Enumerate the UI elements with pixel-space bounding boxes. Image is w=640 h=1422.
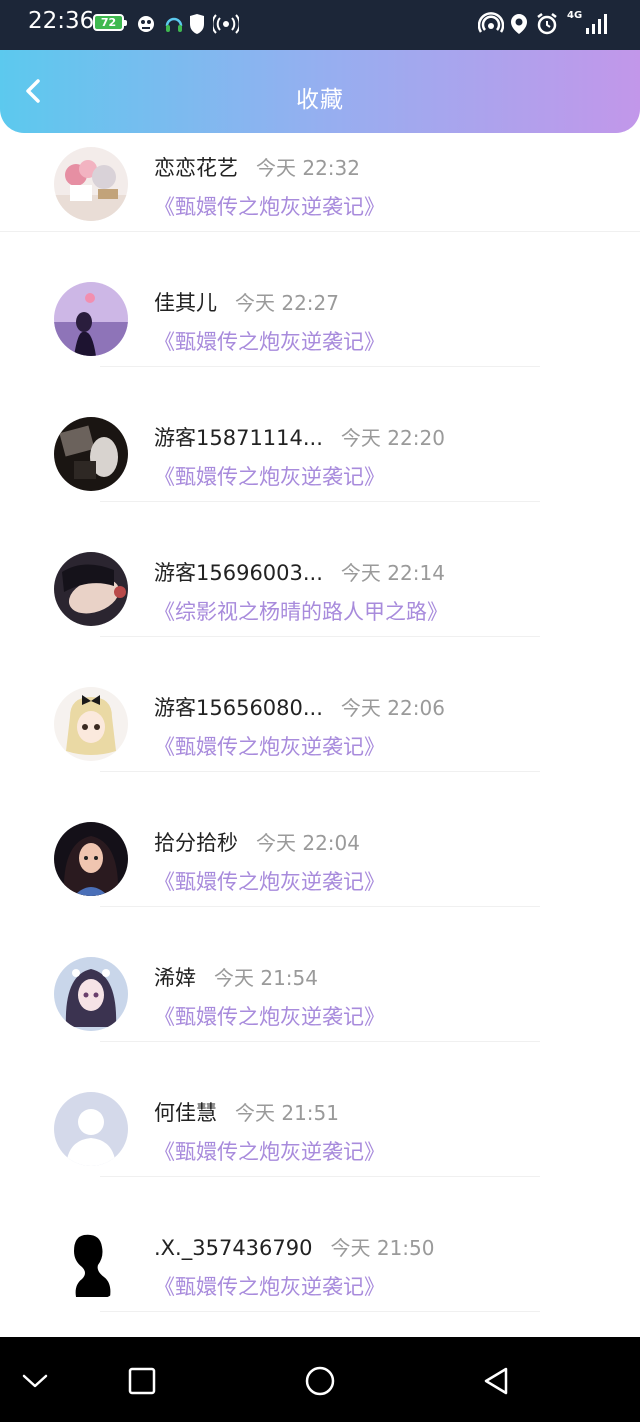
book-link[interactable]: 《甄嬛传之炮灰逆袭记》 (154, 461, 385, 491)
list-item[interactable]: 游客15871114... 今天 22:20 《甄嬛传之炮灰逆袭记》 (0, 367, 640, 502)
book-link[interactable]: 《甄嬛传之炮灰逆袭记》 (154, 191, 385, 221)
favorites-list[interactable]: 恋恋花艺 今天 22:32 《甄嬛传之炮灰逆袭记》 佳其儿 今天 22:27 《甄嬛… (0, 133, 640, 1337)
list-item[interactable]: 拾分拾秒 今天 22:04 《甄嬛传之炮灰逆袭记》 (0, 772, 640, 907)
back-triangle-icon (484, 1367, 508, 1395)
radio-icon (213, 14, 239, 34)
avatar[interactable] (54, 1227, 128, 1301)
username: 拾分拾秒 (154, 831, 238, 855)
divider (100, 1311, 540, 1312)
navigation-bar (0, 1337, 640, 1422)
username: 佳其儿 (154, 291, 217, 315)
book-link[interactable]: 《甄嬛传之炮灰逆袭记》 (154, 1001, 385, 1031)
signal-icon (586, 14, 607, 34)
username: 游客15871114... (154, 426, 323, 450)
timestamp: 今天 21:51 (235, 1101, 339, 1125)
timestamp: 今天 21:54 (214, 966, 318, 990)
bluetooth-headset-icon (165, 17, 183, 32)
game-icon (138, 16, 154, 32)
chevron-down-icon (22, 1374, 48, 1388)
username: 游客15656080... (154, 696, 323, 720)
alarm-icon (537, 13, 557, 35)
book-link[interactable]: 《甄嬛传之炮灰逆袭记》 (154, 731, 385, 761)
username: 何佳慧 (154, 1101, 217, 1125)
list-item[interactable]: 佳其儿 今天 22:27 《甄嬛传之炮灰逆袭记》 (0, 232, 640, 367)
avatar[interactable] (54, 687, 128, 761)
recents-button[interactable] (120, 1359, 164, 1403)
status-bar: 22:36 72 4G (0, 0, 640, 50)
book-link[interactable]: 《甄嬛传之炮灰逆袭记》 (154, 866, 385, 896)
avatar[interactable] (54, 147, 128, 221)
avatar[interactable] (54, 822, 128, 896)
timestamp: 今天 22:27 (235, 291, 339, 315)
hotspot-icon (478, 12, 504, 33)
list-item[interactable]: .X._357436790 今天 21:50 《甄嬛传之炮灰逆袭记》 (0, 1177, 640, 1312)
username: .X._357436790 (154, 1236, 313, 1260)
book-link[interactable]: 《甄嬛传之炮灰逆袭记》 (154, 1136, 385, 1166)
list-item[interactable]: 游客15696003... 今天 22:14 《综影视之杨晴的路人甲之路》 (0, 502, 640, 637)
shield-icon (190, 14, 204, 34)
app-header: 收藏 (0, 50, 640, 133)
status-time: 22:36 (28, 8, 95, 34)
timestamp: 今天 21:50 (330, 1236, 435, 1260)
avatar[interactable] (54, 417, 128, 491)
username: 游客15696003... (154, 561, 323, 585)
timestamp: 今天 22:04 (256, 831, 360, 855)
timestamp: 今天 22:32 (256, 156, 360, 180)
home-button[interactable] (298, 1359, 342, 1403)
page-title: 收藏 (296, 87, 344, 113)
list-item[interactable]: 浠婞 今天 21:54 《甄嬛传之炮灰逆袭记》 (0, 907, 640, 1042)
username: 浠婞 (154, 966, 196, 990)
book-link[interactable]: 《综影视之杨晴的路人甲之路》 (154, 596, 448, 626)
book-link[interactable]: 《甄嬛传之炮灰逆袭记》 (154, 1271, 385, 1301)
username: 恋恋花艺 (154, 156, 238, 180)
list-item[interactable]: 恋恋花艺 今天 22:32 《甄嬛传之炮灰逆袭记》 (0, 133, 640, 232)
timestamp: 今天 22:06 (340, 696, 445, 720)
list-item[interactable]: 何佳慧 今天 21:51 《甄嬛传之炮灰逆袭记》 (0, 1042, 640, 1177)
location-icon (511, 14, 527, 34)
network-type: 4G (567, 10, 583, 21)
recents-square-icon (128, 1367, 156, 1395)
timestamp: 今天 22:20 (340, 426, 445, 450)
book-link[interactable]: 《甄嬛传之炮灰逆袭记》 (154, 326, 385, 356)
avatar[interactable] (54, 552, 128, 626)
avatar[interactable] (54, 1092, 128, 1166)
avatar[interactable] (54, 957, 128, 1031)
timestamp: 今天 22:14 (340, 561, 445, 585)
avatar[interactable] (54, 282, 128, 356)
collapse-button[interactable] (13, 1359, 57, 1403)
list-item[interactable]: 游客15656080... 今天 22:06 《甄嬛传之炮灰逆袭记》 (0, 637, 640, 772)
home-circle-icon (305, 1366, 335, 1396)
system-back-button[interactable] (474, 1359, 518, 1403)
battery-icon: 72 (93, 14, 127, 31)
